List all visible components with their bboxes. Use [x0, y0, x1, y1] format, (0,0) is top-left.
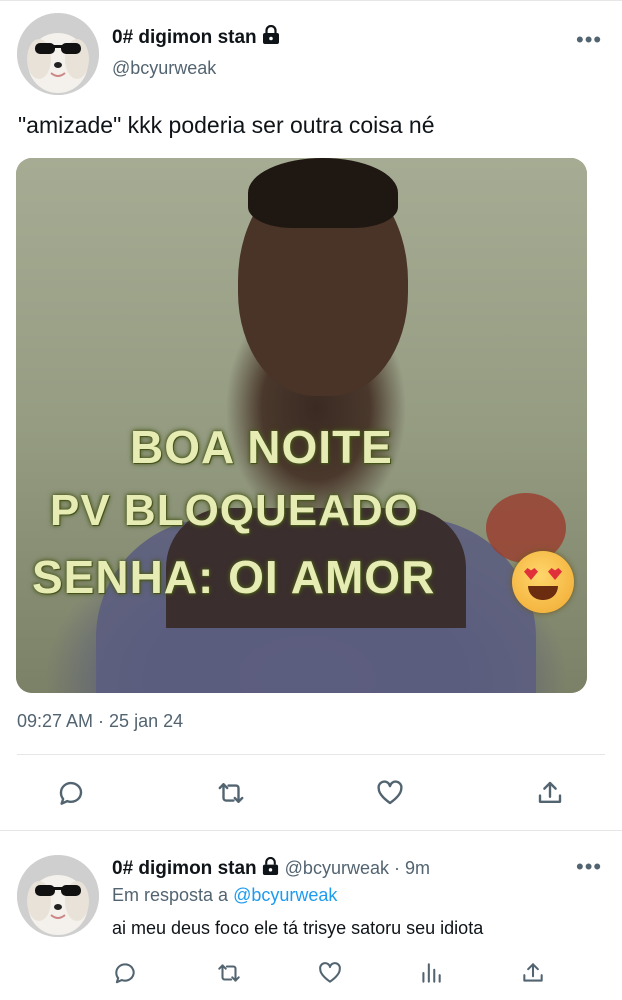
retweet-icon	[218, 783, 244, 803]
replying-to-link[interactable]: @bcyurweak	[233, 885, 337, 905]
reply-handle-time[interactable]: @bcyurweak · 9m	[285, 858, 430, 878]
retweet-icon	[218, 964, 240, 982]
handle[interactable]: @bcyurweak	[112, 58, 216, 79]
avatar[interactable]	[17, 13, 99, 95]
reply-reply-button[interactable]	[108, 956, 142, 990]
divider	[17, 754, 605, 755]
tweet-text: "amizade" kkk poderia ser outra coisa né	[18, 112, 435, 138]
photo-hair	[248, 158, 398, 228]
image-caption-line-1: BOA NOITE	[130, 421, 393, 473]
reply-icon	[115, 963, 135, 984]
tweet-media-image[interactable]: BOA NOITE PV BLOQUEADO SENHA: OI AMOR	[16, 158, 587, 693]
share-icon	[523, 963, 543, 982]
retweet-button[interactable]	[214, 776, 248, 810]
dog-avatar-image	[17, 855, 99, 937]
share-button[interactable]	[533, 776, 567, 810]
reply-retweet-button[interactable]	[212, 956, 246, 990]
like-button[interactable]	[373, 776, 407, 810]
display-name[interactable]: 0# digimon stan	[112, 25, 281, 49]
like-icon	[377, 780, 403, 805]
reply-display-name[interactable]: 0# digimon stan	[112, 858, 257, 879]
tweet-timestamp[interactable]: 09:27 AM · 25 jan 24	[17, 711, 183, 732]
dog-avatar-image	[17, 13, 99, 95]
display-name-text: 0# digimon stan	[112, 27, 257, 48]
image-caption-line-2: PV BLOQUEADO	[50, 486, 419, 535]
more-options-icon[interactable]: •••	[576, 29, 602, 51]
lock-icon	[262, 857, 278, 876]
heart-eyes-emoji-icon	[512, 551, 574, 613]
top-divider	[0, 0, 622, 1]
like-icon	[319, 962, 341, 983]
reply-text: ai meu deus foco ele tá trisye satoru se…	[112, 918, 484, 938]
reply-button[interactable]	[54, 776, 88, 810]
replying-to: Em resposta a @bcyurweak	[112, 885, 337, 906]
reply-like-button[interactable]	[313, 956, 347, 990]
reply-share-button[interactable]	[516, 956, 550, 990]
replying-prefix: Em resposta a	[112, 885, 229, 905]
reply-views-button[interactable]	[414, 956, 448, 990]
reply-avatar[interactable]	[17, 855, 99, 937]
reply-header: 0# digimon stan @bcyurweak · 9m	[112, 857, 430, 880]
lock-icon	[262, 25, 279, 44]
views-icon	[422, 963, 441, 983]
reply-more-options-icon[interactable]: •••	[576, 856, 602, 878]
reply-icon	[59, 781, 83, 805]
section-divider	[0, 830, 622, 831]
share-icon	[538, 781, 562, 803]
image-caption-line-3: SENHA: OI AMOR	[32, 551, 436, 603]
